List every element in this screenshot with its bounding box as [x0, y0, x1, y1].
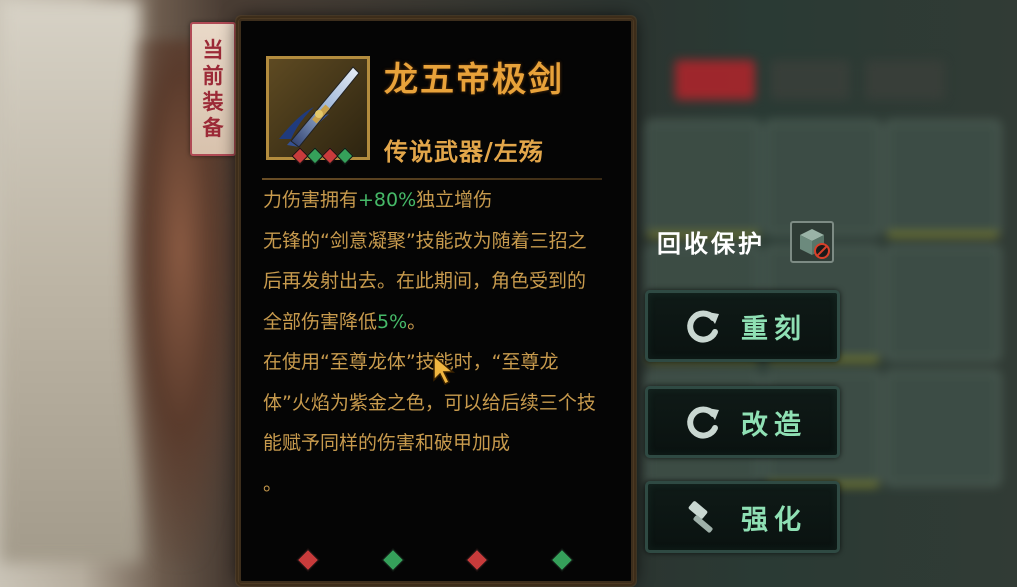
description-line: 力伤害拥有+80%独立增伤 — [263, 180, 599, 221]
gem-red-icon — [296, 548, 320, 572]
equip-tag-char: 当 — [202, 37, 224, 62]
gem-green-icon — [336, 147, 354, 165]
gem-red-icon — [465, 548, 489, 572]
desc-text: 独立增伤 — [416, 189, 493, 211]
desc-highlight: +80% — [358, 189, 417, 211]
gem-green-icon — [381, 548, 404, 572]
hammer-icon — [688, 501, 713, 533]
modify-label: 改造 — [741, 409, 807, 441]
refresh-icon — [687, 310, 719, 343]
desc-text: 。 — [407, 310, 427, 333]
recast-label: 重刻 — [741, 313, 807, 345]
desc-text: 在使用“至尊龙体”技能时，“至尊龙体”火焰为紫金之色，可以给后续三个技能赋予同样… — [263, 351, 596, 454]
bottom-gem-row — [296, 548, 574, 572]
description-paragraph: 在使用“至尊龙体”技能时，“至尊龙体”火焰为紫金之色，可以给后续三个技能赋予同样… — [263, 342, 599, 464]
refresh-icon — [687, 406, 719, 439]
enhance-label: 强化 — [741, 504, 807, 536]
sword-icon — [279, 66, 360, 148]
current-equipment-tag: 当 前 装 备 — [190, 22, 236, 156]
desc-text: 力伤害拥有 — [263, 189, 359, 211]
description-paragraph: 无锋的“剑意凝聚”技能改为随着三招之后再发射出去。在此期间，角色受到的全部伤害降… — [263, 221, 599, 343]
gem-green-icon — [550, 548, 574, 572]
equip-tag-char: 备 — [202, 115, 224, 140]
item-name: 龙五帝极剑 — [384, 60, 564, 100]
recycle-protection-label: 回收保护 — [657, 229, 765, 258]
desc-text: 。 — [263, 472, 283, 495]
desc-highlight: 5% — [377, 310, 408, 333]
equip-tag-char: 装 — [202, 89, 224, 114]
mouse-cursor-icon — [433, 354, 456, 386]
modify-button[interactable]: 改造 — [645, 386, 840, 458]
item-description: 力伤害拥有+80%独立增伤 无锋的“剑意凝聚”技能改为随着三招之后再发射出去。在… — [263, 180, 599, 504]
background-light-area — [0, 0, 140, 563]
socket-gems — [291, 147, 354, 165]
enhance-button[interactable]: 强化 — [645, 481, 840, 553]
description-paragraph: 。 — [263, 464, 599, 505]
box-lock-icon — [800, 229, 830, 259]
item-type: 传说武器/左殇 — [384, 137, 544, 166]
equip-tag-char: 前 — [202, 63, 224, 88]
item-icon — [266, 56, 370, 160]
recycle-protection-toggle[interactable] — [790, 221, 834, 263]
recast-button[interactable]: 重刻 — [645, 290, 840, 362]
